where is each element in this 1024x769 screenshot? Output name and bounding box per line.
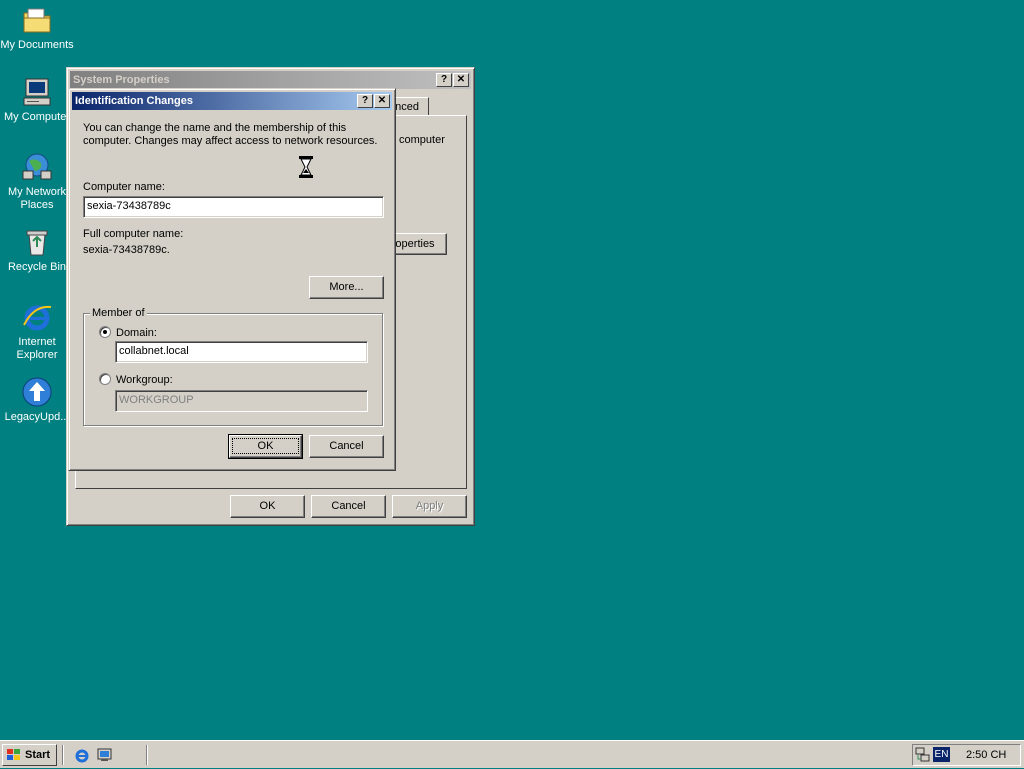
system-properties-titlebar[interactable]: System Properties ? ✕	[70, 71, 471, 89]
recycle-bin-icon	[21, 226, 53, 258]
quicklaunch-ie-icon[interactable]	[74, 747, 90, 763]
desktop-icon-my-documents[interactable]: My Documents	[0, 4, 74, 52]
member-of-label: Member of	[90, 307, 147, 320]
computer-name-label: Computer name:	[83, 181, 165, 193]
language-label: EN	[934, 749, 949, 760]
desktop-icon-label: My Computer	[3, 111, 71, 123]
folder-icon	[21, 4, 53, 36]
desktop-icon-label: My Network Places	[7, 186, 67, 211]
full-computer-name-label: Full computer name:	[83, 228, 184, 240]
domain-radio[interactable]	[99, 326, 111, 338]
domain-input[interactable]: collabnet.local	[115, 341, 368, 363]
ok-button[interactable]: OK	[230, 495, 305, 518]
desktop-icon-label: My Documents	[0, 39, 74, 51]
full-computer-name-value: sexia-73438789c.	[83, 244, 170, 256]
ok-button[interactable]: OK	[228, 434, 303, 459]
cancel-button[interactable]: Cancel	[311, 495, 386, 518]
taskbar-separator	[62, 745, 64, 765]
clock[interactable]: 2:50 CH	[966, 749, 1006, 762]
help-button[interactable]: ?	[436, 73, 452, 87]
more-button-label: More...	[329, 281, 364, 293]
desktop-icon-legacyupdate[interactable]: LegacyUpd...	[0, 376, 74, 424]
identification-changes-dialog: Identification Changes ? ✕ You can chang…	[68, 88, 396, 471]
close-button[interactable]: ✕	[453, 73, 469, 87]
taskbar-separator	[146, 745, 148, 765]
workgroup-input[interactable]: WORKGROUP	[115, 390, 368, 412]
ok-button-label: OK	[232, 438, 299, 454]
computer-icon	[21, 76, 53, 108]
desktop-icon-label: Recycle Bin	[7, 261, 67, 273]
description-line-1: You can change the name and the membersh…	[83, 122, 347, 134]
computer-name-input[interactable]: sexia-73438789c	[83, 196, 384, 218]
internet-explorer-icon	[21, 301, 53, 333]
dialog-title: Identification Changes	[75, 95, 193, 107]
desktop-icon-label: LegacyUpd...	[4, 411, 70, 423]
desktop-icon-my-computer[interactable]: My Computer	[0, 76, 74, 124]
apply-button[interactable]: Apply	[392, 495, 467, 518]
windows-logo-icon	[6, 748, 22, 762]
window-title: System Properties	[73, 74, 170, 86]
start-button[interactable]: Start	[2, 744, 57, 766]
desktop-icon-label: Internet Explorer	[16, 336, 58, 361]
system-tray: EN 2:50 CH	[912, 744, 1021, 766]
network-places-icon	[21, 151, 53, 183]
desktop-icon-internet-explorer[interactable]: Internet Explorer	[0, 301, 74, 362]
more-button[interactable]: More...	[309, 276, 384, 299]
hourglass-cursor-icon	[299, 156, 313, 178]
start-label: Start	[25, 749, 51, 761]
identification-changes-titlebar[interactable]: Identification Changes ? ✕	[72, 92, 392, 110]
desktop-icon-network-places[interactable]: My Network Places	[0, 151, 74, 212]
workgroup-label[interactable]: Workgroup:	[116, 374, 173, 387]
help-button[interactable]: ?	[357, 94, 373, 108]
description-line-2: computer. Changes may affect access to n…	[83, 135, 378, 147]
quicklaunch-show-desktop-icon[interactable]	[97, 747, 113, 763]
legacy-update-icon	[21, 376, 53, 408]
language-indicator[interactable]: EN	[933, 747, 950, 762]
close-button[interactable]: ✕	[374, 94, 390, 108]
desktop-icon-recycle-bin[interactable]: Recycle Bin	[0, 226, 74, 274]
workgroup-radio[interactable]	[99, 373, 111, 385]
domain-label[interactable]: Domain:	[116, 327, 157, 340]
panel-text: computer	[399, 134, 445, 146]
taskbar: Start EN 2:50 CH	[0, 740, 1024, 768]
network-tray-icon[interactable]	[915, 747, 931, 763]
cancel-button[interactable]: Cancel	[309, 435, 384, 458]
